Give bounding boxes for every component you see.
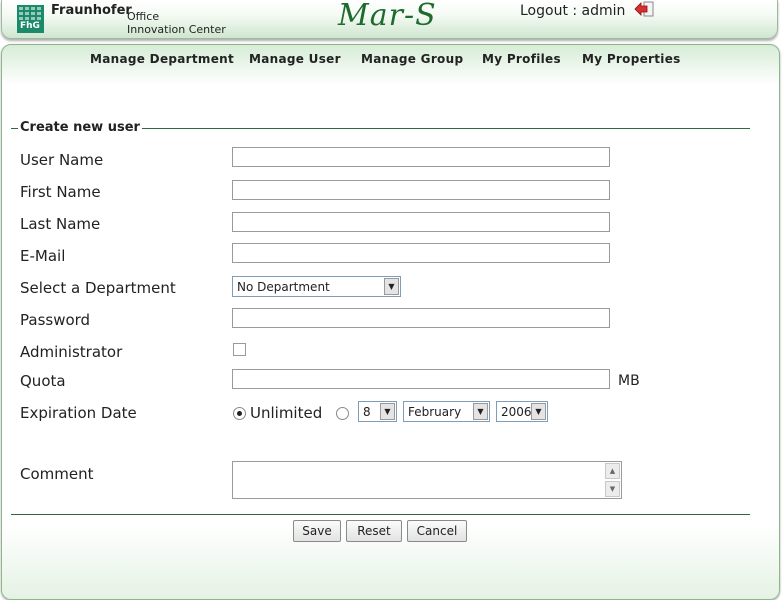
chevron-down-icon[interactable]: ▼ [384, 278, 399, 295]
unlimited-label: Unlimited [250, 404, 323, 422]
chevron-down-icon[interactable]: ▼ [473, 403, 488, 420]
save-button[interactable]: Save [293, 520, 341, 542]
quota-input[interactable] [232, 369, 610, 389]
year-select-value: 2006 [501, 405, 532, 419]
day-select-value: 8 [363, 405, 371, 419]
logout-link[interactable]: Logout : admin [520, 3, 625, 19]
logout-arrow-icon[interactable] [633, 0, 655, 18]
year-select[interactable]: 2006 ▼ [496, 401, 548, 422]
cancel-button[interactable]: Cancel [407, 520, 467, 542]
radio-selected-dot [237, 411, 242, 416]
last-name-input[interactable] [232, 212, 610, 232]
email-label: E-Mail [20, 247, 66, 265]
month-select-value: February [408, 405, 462, 419]
nav-manage-group[interactable]: Manage Group [361, 52, 463, 66]
form-bottom-rule [11, 514, 750, 515]
chevron-down-icon[interactable]: ▼ [531, 403, 546, 420]
day-select[interactable]: 8 ▼ [358, 401, 397, 422]
chevron-down-icon[interactable]: ▼ [380, 403, 395, 420]
org-subtitle-2: Innovation Center [127, 23, 226, 36]
fhg-logo-text: FhG [20, 21, 40, 31]
email-input[interactable] [232, 243, 610, 263]
password-label: Password [20, 311, 91, 329]
expiration-date-label: Expiration Date [20, 404, 137, 422]
quota-label: Quota [20, 372, 66, 390]
department-select[interactable]: No Department ▼ [232, 276, 401, 297]
nav-manage-department[interactable]: Manage Department [90, 52, 234, 66]
department-label: Select a Department [20, 279, 176, 297]
unlimited-radio[interactable] [233, 407, 246, 420]
date-radio[interactable] [336, 407, 349, 420]
reset-button[interactable]: Reset [346, 520, 402, 542]
month-select[interactable]: February ▼ [403, 401, 490, 422]
user-name-label: User Name [20, 151, 104, 169]
first-name-label: First Name [20, 183, 101, 201]
first-name-input[interactable] [232, 180, 610, 200]
administrator-label: Administrator [20, 343, 123, 361]
form-legend: Create new user [18, 120, 142, 135]
nav-manage-user[interactable]: Manage User [249, 52, 341, 66]
comment-textarea[interactable]: ▲ ▼ [232, 461, 622, 499]
nav-my-properties[interactable]: My Properties [582, 52, 681, 66]
fhg-logo: FhG [17, 5, 44, 33]
quota-unit: MB [618, 373, 640, 389]
scroll-up-icon[interactable]: ▲ [605, 463, 620, 479]
app-title: Mar-S [338, 0, 437, 33]
department-select-value: No Department [237, 280, 330, 294]
comment-label: Comment [20, 465, 94, 483]
user-name-input[interactable] [232, 147, 610, 167]
last-name-label: Last Name [20, 215, 101, 233]
scroll-down-icon[interactable]: ▼ [605, 481, 620, 497]
org-subtitle-1: Office [127, 10, 160, 23]
org-name: Fraunhofer [51, 3, 132, 18]
nav-my-profiles[interactable]: My Profiles [482, 52, 561, 66]
administrator-checkbox[interactable] [233, 343, 246, 356]
password-input[interactable] [232, 308, 610, 328]
